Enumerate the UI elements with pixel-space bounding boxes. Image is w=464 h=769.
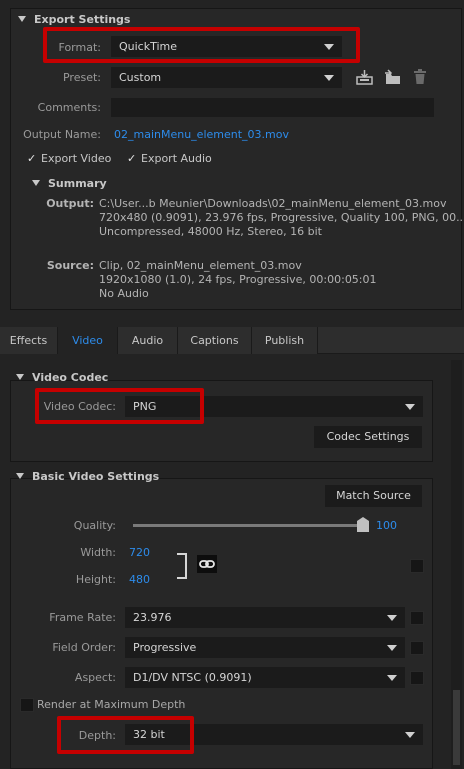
scrollbar-thumb[interactable] bbox=[453, 690, 460, 765]
format-label: Format: bbox=[58, 41, 101, 54]
dropdown-arrow-icon bbox=[324, 44, 334, 50]
delete-preset-icon[interactable] bbox=[413, 69, 427, 85]
summary-header[interactable]: Summary bbox=[32, 177, 107, 190]
depth-value: 32 bit bbox=[133, 728, 165, 741]
width-label: Width: bbox=[80, 546, 116, 559]
aspect-link-bracket bbox=[177, 553, 187, 579]
basic-video-settings-title: Basic Video Settings bbox=[32, 470, 160, 483]
field-order-label: Field Order: bbox=[52, 641, 116, 654]
field-order-checkbox[interactable] bbox=[410, 641, 424, 655]
comments-label: Comments: bbox=[37, 101, 101, 114]
dropdown-arrow-icon bbox=[324, 75, 334, 81]
save-preset-icon[interactable] bbox=[356, 69, 374, 85]
basic-video-settings-header[interactable]: Basic Video Settings bbox=[16, 470, 159, 483]
tab-captions[interactable]: Captions bbox=[178, 327, 252, 354]
video-codec-header[interactable]: Video Codec bbox=[16, 371, 108, 384]
tab-publish[interactable]: Publish bbox=[252, 327, 318, 354]
render-max-depth-label: Render at Maximum Depth bbox=[37, 698, 186, 711]
tab-video[interactable]: Video bbox=[58, 327, 118, 354]
preset-label: Preset: bbox=[62, 71, 101, 84]
video-codec-dropdown[interactable]: PNG bbox=[125, 396, 423, 417]
link-icon[interactable] bbox=[197, 555, 217, 573]
frame-rate-label: Frame Rate: bbox=[49, 611, 116, 624]
dropdown-arrow-icon bbox=[405, 732, 415, 738]
vertical-scrollbar[interactable] bbox=[451, 360, 462, 769]
checkmark-icon: ✓ bbox=[127, 152, 137, 165]
height-label: Height: bbox=[75, 573, 116, 586]
dropdown-arrow-icon bbox=[387, 615, 397, 621]
dropdown-arrow-icon bbox=[387, 675, 397, 681]
summary-output-line-3: Uncompressed, 48000 Hz, Stereo, 16 bit bbox=[99, 225, 322, 238]
quality-label: Quality: bbox=[73, 519, 116, 532]
import-preset-icon[interactable] bbox=[384, 69, 402, 85]
field-order-dropdown[interactable]: Progressive bbox=[125, 637, 405, 658]
quality-value[interactable]: 100 bbox=[376, 519, 397, 532]
field-order-value: Progressive bbox=[133, 641, 197, 654]
summary-output-line-2: 720x480 (0.9091), 23.976 fps, Progressiv… bbox=[99, 211, 464, 224]
summary-title: Summary bbox=[48, 177, 107, 190]
format-value: QuickTime bbox=[119, 40, 178, 53]
disclosure-triangle-icon bbox=[32, 180, 40, 186]
format-dropdown[interactable]: QuickTime bbox=[111, 36, 342, 57]
depth-dropdown[interactable]: 32 bit bbox=[125, 724, 423, 745]
frame-rate-dropdown[interactable]: 23.976 bbox=[125, 607, 405, 628]
render-max-depth-checkbox[interactable] bbox=[20, 698, 34, 712]
width-height-sync-checkbox[interactable] bbox=[410, 559, 424, 573]
checkmark-icon: ✓ bbox=[27, 152, 37, 165]
frame-rate-checkbox[interactable] bbox=[410, 611, 424, 625]
aspect-value: D1/DV NTSC (0.9091) bbox=[133, 671, 252, 684]
export-settings-header[interactable]: Export Settings bbox=[18, 13, 130, 26]
summary-source-line-3: No Audio bbox=[99, 287, 149, 300]
summary-source-line-1: Clip, 02_mainMenu_element_03.mov bbox=[99, 259, 302, 272]
aspect-checkbox[interactable] bbox=[410, 671, 424, 685]
export-audio-label: Export Audio bbox=[141, 152, 212, 165]
codec-settings-button[interactable]: Codec Settings bbox=[314, 426, 422, 448]
summary-source-line-2: 1920x1080 (1.0), 24 fps, Progressive, 00… bbox=[99, 273, 377, 286]
export-settings-title: Export Settings bbox=[34, 13, 131, 26]
depth-label: Depth: bbox=[78, 729, 116, 742]
width-value[interactable]: 720 bbox=[129, 546, 150, 559]
dropdown-arrow-icon bbox=[387, 645, 397, 651]
video-codec-panel bbox=[10, 380, 433, 462]
video-codec-value: PNG bbox=[133, 400, 157, 413]
export-audio-checkbox[interactable]: ✓ Export Audio bbox=[127, 152, 212, 165]
output-name-label: Output Name: bbox=[23, 128, 101, 141]
video-codec-title: Video Codec bbox=[32, 371, 109, 384]
summary-source-label: Source: bbox=[46, 259, 94, 272]
dropdown-arrow-icon bbox=[405, 404, 415, 410]
match-source-button[interactable]: Match Source bbox=[325, 485, 422, 507]
disclosure-triangle-icon bbox=[16, 374, 24, 380]
export-video-label: Export Video bbox=[41, 152, 112, 165]
summary-output-line-1: C:\User...b Meunier\Downloads\02_mainMen… bbox=[99, 197, 447, 210]
quality-slider-thumb[interactable] bbox=[357, 517, 369, 532]
preset-dropdown[interactable]: Custom bbox=[111, 67, 342, 88]
output-name-link[interactable]: 02_mainMenu_element_03.mov bbox=[114, 128, 289, 141]
summary-output-label: Output: bbox=[46, 197, 94, 210]
tab-effects[interactable]: Effects bbox=[0, 327, 58, 354]
frame-rate-value: 23.976 bbox=[133, 611, 172, 624]
comments-field[interactable] bbox=[111, 98, 434, 117]
aspect-dropdown[interactable]: D1/DV NTSC (0.9091) bbox=[125, 667, 405, 688]
preset-value: Custom bbox=[119, 71, 162, 84]
quality-slider-track[interactable] bbox=[133, 524, 369, 527]
height-value[interactable]: 480 bbox=[129, 573, 150, 586]
disclosure-triangle-icon bbox=[18, 16, 26, 22]
export-video-checkbox[interactable]: ✓ Export Video bbox=[27, 152, 111, 165]
disclosure-triangle-icon bbox=[16, 473, 24, 479]
aspect-label: Aspect: bbox=[74, 671, 116, 684]
tab-audio[interactable]: Audio bbox=[118, 327, 178, 354]
video-codec-label: Video Codec: bbox=[43, 400, 116, 413]
